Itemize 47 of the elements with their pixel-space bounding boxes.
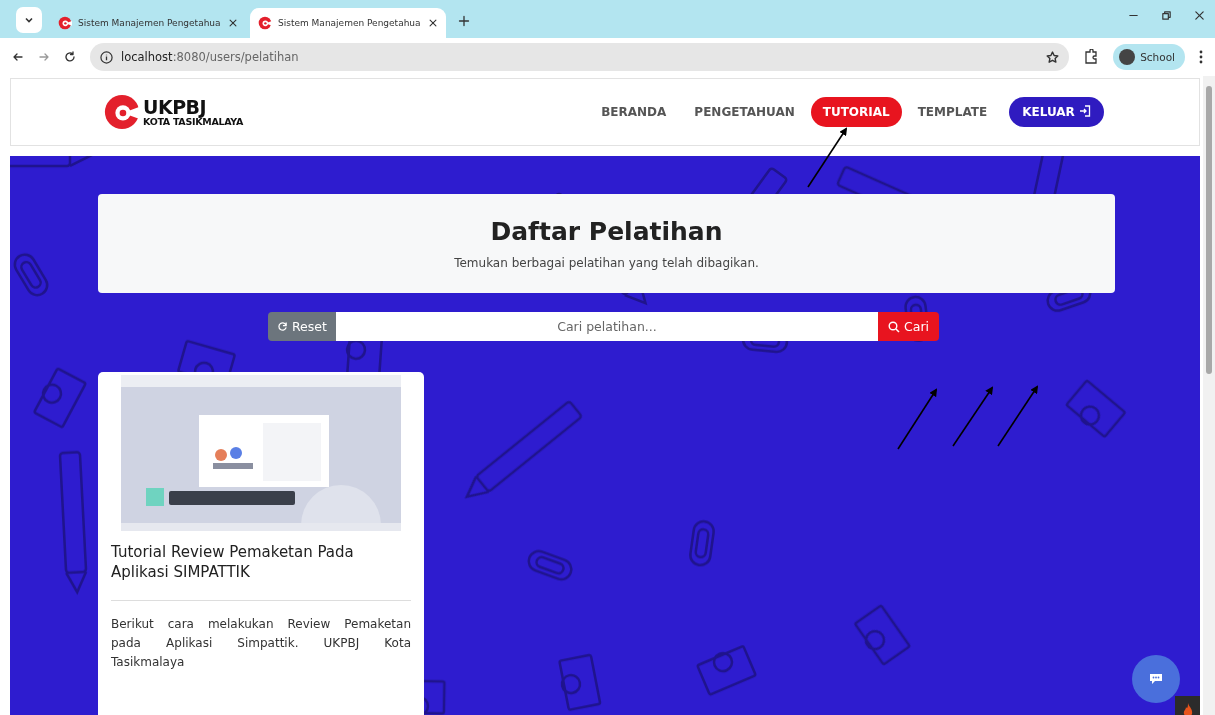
search-icon [888, 320, 900, 333]
nav-link[interactable]: TEMPLATE [905, 97, 1000, 127]
browser-tab[interactable]: Sistem Manajemen Pengetahua [250, 8, 446, 38]
back-icon[interactable] [12, 51, 24, 63]
search-button[interactable]: Cari [878, 312, 939, 341]
annotation-arrow [997, 385, 1039, 447]
brand-name: UKPBJ [143, 97, 208, 117]
close-icon[interactable] [1194, 10, 1205, 21]
chat-icon [1149, 673, 1163, 685]
browser-tab[interactable]: Sistem Manajemen Pengetahua [50, 8, 246, 38]
avatar-icon [1119, 49, 1136, 65]
url-text: localhost:8080/users/pelatihan [121, 50, 299, 64]
scrollbar[interactable] [1203, 76, 1215, 715]
page-title: Daftar Pelatihan [490, 217, 723, 246]
logo-icon [103, 93, 141, 131]
nav-link[interactable]: PENGETAHUAN [682, 97, 807, 127]
flame-icon[interactable] [1175, 696, 1200, 715]
card-title[interactable]: Tutorial Review Pemaketan Pada Aplikasi SIMPATTIK [111, 543, 411, 582]
nav-link[interactable]: TUTORIAL [810, 97, 902, 127]
card-description: Berikut cara melakukan Review Pemaketan pada Aplikasi Simpattik. UKPBJ Kota Tasikmalaya [111, 616, 411, 672]
logout-button[interactable]: KELUAR [1009, 97, 1104, 127]
logo-icon [58, 16, 72, 30]
more-icon[interactable] [1199, 50, 1203, 64]
logout-icon [1079, 105, 1091, 117]
star-icon[interactable] [1046, 50, 1060, 64]
reset-button[interactable]: Reset [268, 312, 336, 341]
logo-icon [258, 16, 272, 30]
chevron-down-icon [24, 15, 34, 25]
close-icon[interactable] [428, 18, 438, 28]
info-icon [100, 50, 113, 64]
address-bar[interactable]: localhost:8080/users/pelatihan [90, 43, 1070, 71]
reload-icon[interactable] [64, 51, 76, 63]
annotation-arrow [807, 127, 848, 188]
close-icon[interactable] [228, 18, 238, 28]
new-tab-icon[interactable] [458, 15, 470, 27]
search-field[interactable]: Cari pelatihan... [335, 312, 878, 341]
forward-icon[interactable] [38, 51, 50, 63]
annotation-arrow [897, 388, 938, 450]
content-card[interactable]: Tutorial Review Pemaketan Pada Aplikasi SIMPATTIK Berikut cara melakukan Review Pemaketan pada Aplikasi Simpattik. UKPBJ Kota Tasikmalaya [98, 372, 424, 715]
page-subtitle: Temukan berbagai pelatihan yang telah dibagikan. [454, 256, 759, 270]
chat-button[interactable] [1132, 655, 1180, 703]
restore-icon[interactable] [1161, 10, 1172, 21]
nav-link[interactable]: BERANDA [589, 97, 679, 127]
puzzle-icon[interactable] [1083, 49, 1100, 65]
refresh-icon [277, 321, 288, 332]
profile-button[interactable]: School [1113, 44, 1185, 70]
annotation-arrow [952, 386, 994, 447]
